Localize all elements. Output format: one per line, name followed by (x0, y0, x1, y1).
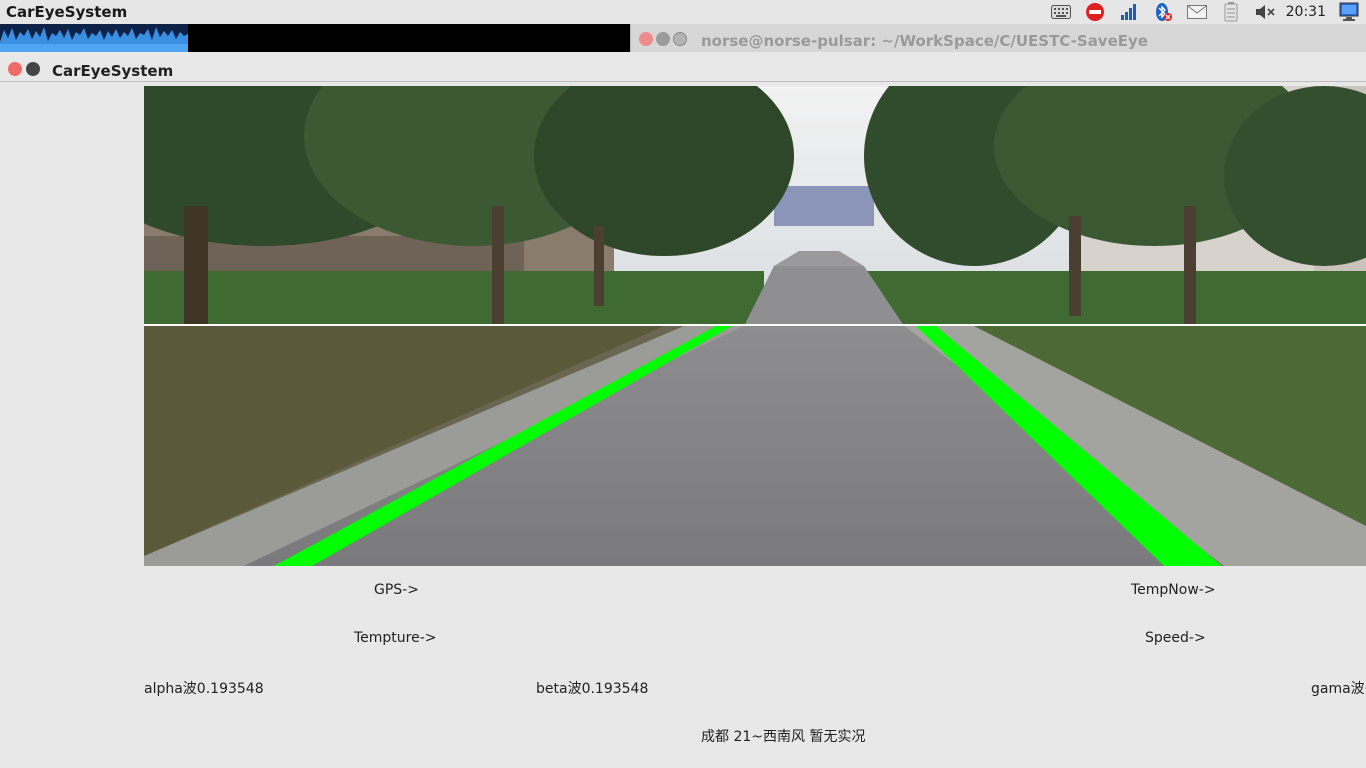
temperature-readout: Tempture-> (354, 630, 437, 646)
task-strip (0, 24, 630, 52)
close-button[interactable] (8, 62, 22, 76)
mail-icon[interactable] (1186, 2, 1208, 22)
no-entry-icon[interactable] (1084, 2, 1106, 22)
volume-muted-icon[interactable] (1254, 2, 1276, 22)
signal-bars-icon[interactable] (1118, 2, 1140, 22)
cpu-load-graph (0, 24, 188, 52)
system-tray: 20:31 (1044, 0, 1366, 24)
speed-readout: Speed-> (1145, 630, 1206, 646)
temp-now-readout: TempNow-> (1131, 582, 1216, 598)
weather-readout: 成都 21~西南风 暂无实况 (701, 729, 866, 745)
road-camera-frame (144, 86, 1366, 566)
window-title: CarEyeSystem (52, 62, 174, 80)
gps-readout: GPS-> (374, 582, 419, 598)
bluetooth-off-icon[interactable] (1152, 2, 1174, 22)
battery-icon[interactable] (1220, 2, 1242, 22)
clock[interactable]: 20:31 (1286, 4, 1326, 20)
terminal-maximize-button[interactable] (673, 32, 687, 46)
keyboard-icon[interactable] (1050, 2, 1072, 22)
terminal-window-titlebar[interactable]: norse@norse-pulsar: ~/WorkSpace/C/UESTC-… (630, 24, 1366, 52)
window-titlebar[interactable]: CarEyeSystem (0, 57, 1366, 82)
terminal-title: norse@norse-pulsar: ~/WorkSpace/C/UESTC-… (701, 32, 1148, 50)
active-app-name[interactable]: CarEyeSystem (6, 3, 127, 21)
top-panel: CarEyeSystem 20:31 (0, 0, 1366, 25)
camera-view (144, 86, 1366, 566)
beta-wave-readout: beta波0.193548 (536, 681, 649, 697)
minimize-button[interactable] (26, 62, 40, 76)
terminal-close-button[interactable] (639, 32, 653, 46)
computer-icon[interactable] (1338, 2, 1360, 22)
terminal-minimize-button[interactable] (656, 32, 670, 46)
alpha-wave-readout: alpha波0.193548 (144, 681, 264, 697)
gama-wave-readout: gama波( (1311, 681, 1366, 697)
